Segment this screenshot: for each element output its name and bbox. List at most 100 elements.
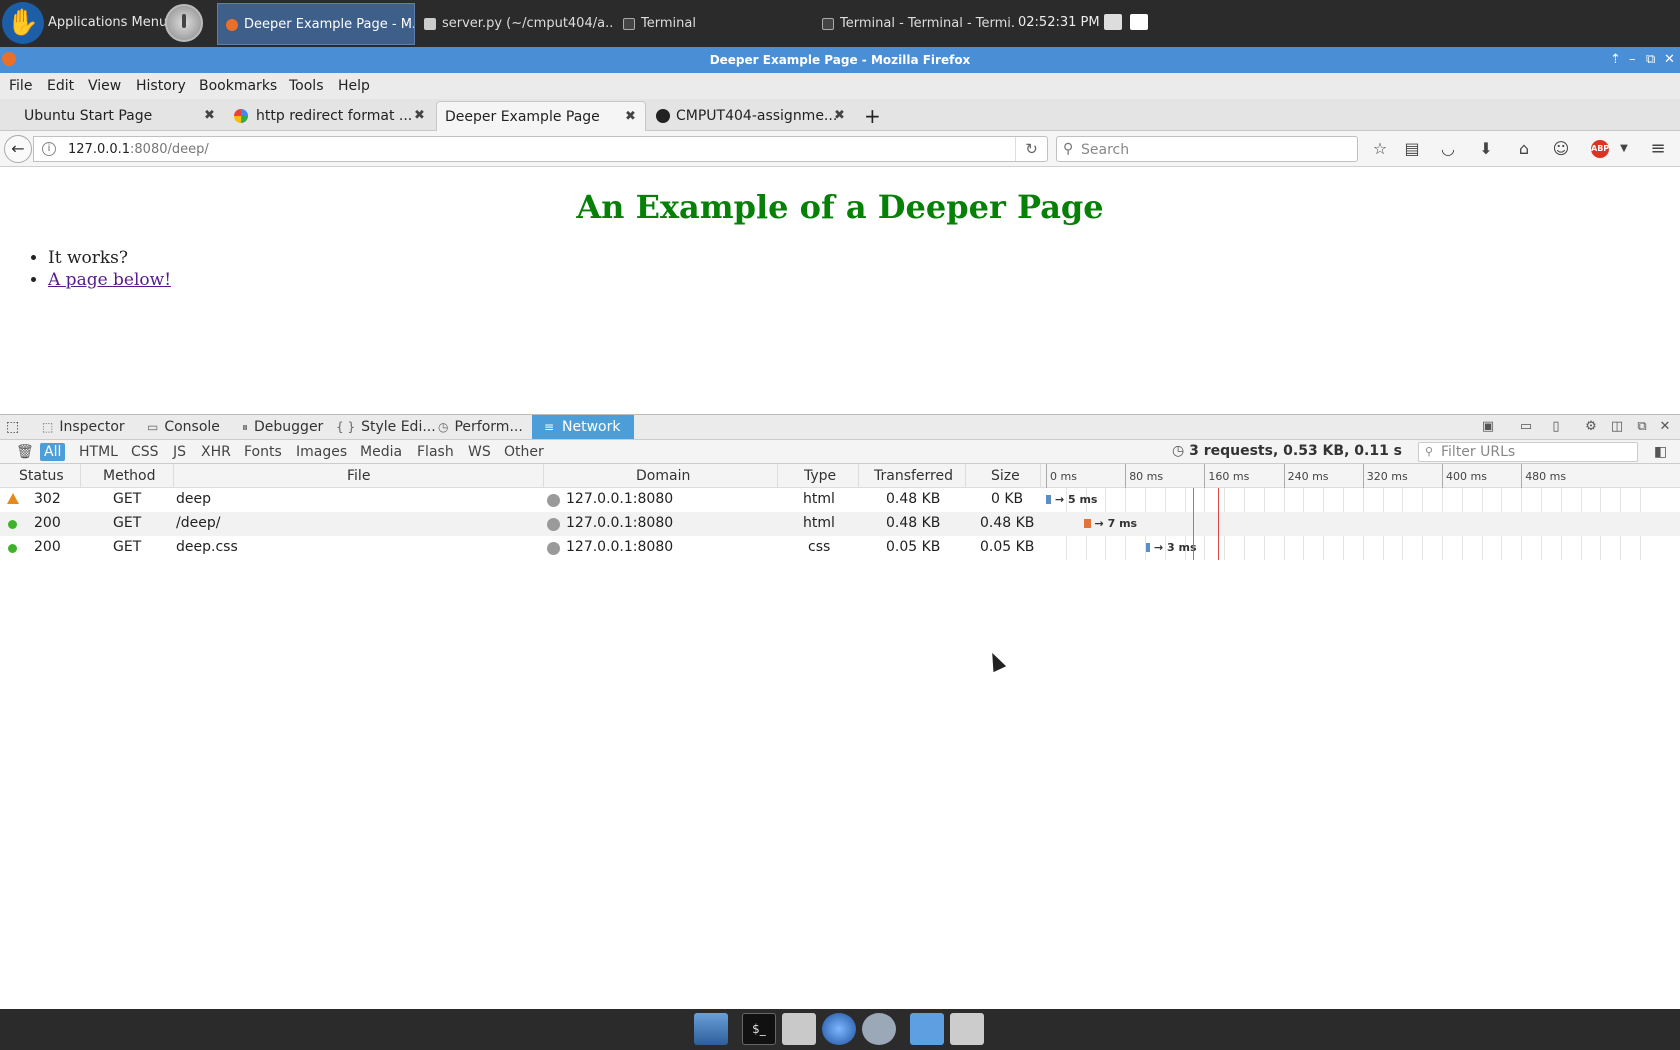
tab-style-editor[interactable]: { } Style Edi... xyxy=(336,415,436,439)
new-tab-button[interactable]: + xyxy=(864,101,884,131)
filter-html[interactable]: HTML xyxy=(75,443,122,461)
tab-deeper-example[interactable]: Deeper Example Page ✖ xyxy=(436,101,646,131)
col-status[interactable]: Status xyxy=(19,468,64,484)
cell-file: deep xyxy=(176,491,211,507)
responsive-icon[interactable]: ▭ xyxy=(1518,419,1534,435)
reload-icon[interactable]: ↻ xyxy=(1015,137,1047,161)
filter-media[interactable]: Media xyxy=(356,443,406,461)
filter-flash[interactable]: Flash xyxy=(413,443,458,461)
menu-edit[interactable]: Edit xyxy=(47,78,74,94)
notes-icon[interactable] xyxy=(1130,14,1148,30)
filter-urls-input[interactable]: ⚲ Filter URLs xyxy=(1418,442,1638,462)
col-size[interactable]: Size xyxy=(991,468,1020,484)
network-icon[interactable] xyxy=(1104,14,1122,30)
filter-xhr[interactable]: XHR xyxy=(197,443,235,461)
reading-list-icon[interactable]: ▤ xyxy=(1402,139,1422,159)
tab-github[interactable]: CMPUT404-assignme... ✖ xyxy=(650,101,856,131)
menu-tools[interactable]: Tools xyxy=(289,78,324,94)
maximize-icon[interactable]: ⧉ xyxy=(1646,47,1655,73)
filter-other[interactable]: Other xyxy=(500,443,548,461)
col-domain[interactable]: Domain xyxy=(636,468,690,484)
search-bar[interactable]: ⚲ Search xyxy=(1056,136,1358,162)
terminal-icon[interactable]: $_ xyxy=(742,1013,776,1045)
table-row[interactable]: 200 GET deep.css 127.0.0.1:8080 css 0.05… xyxy=(0,536,1680,560)
dom-content-loaded-marker xyxy=(1193,488,1194,560)
filter-images[interactable]: Images xyxy=(292,443,351,461)
task-terminal[interactable]: Terminal xyxy=(615,3,813,45)
tab-google-search[interactable]: http redirect format ... ✖ xyxy=(224,101,434,131)
separate-window-icon[interactable]: ⧉ xyxy=(1634,419,1650,435)
tab-debugger[interactable]: ⏸ Debugger xyxy=(242,415,323,439)
adblock-dropdown-icon[interactable]: ▼ xyxy=(1614,139,1634,159)
tab-close-icon[interactable]: ✖ xyxy=(414,101,425,131)
tab-close-icon[interactable]: ✖ xyxy=(834,101,845,131)
filter-all[interactable]: All xyxy=(40,443,66,461)
bookmark-star-icon[interactable]: ☆ xyxy=(1370,139,1390,159)
filter-fonts[interactable]: Fonts xyxy=(240,443,286,461)
cell-type: html xyxy=(803,515,835,531)
filter-ws[interactable]: WS xyxy=(464,443,495,461)
dock-side-icon[interactable]: ◫ xyxy=(1609,419,1625,435)
filter-css[interactable]: CSS xyxy=(127,443,163,461)
inspector-icon: ⬚ xyxy=(42,420,54,434)
col-method[interactable]: Method xyxy=(103,468,156,484)
tab-performance[interactable]: ◷ Perform... xyxy=(438,415,523,439)
clear-trash-icon[interactable]: 🗑 xyxy=(12,443,38,461)
window-up-icon[interactable]: ⇡ xyxy=(1610,47,1621,73)
tab-close-icon[interactable]: ✖ xyxy=(204,101,215,131)
adblock-icon[interactable]: ABP xyxy=(1591,140,1609,158)
url-bar[interactable]: i 127.0.0.1:8080/deep/ ↻ xyxy=(33,136,1048,162)
pocket-icon[interactable]: ◡ xyxy=(1438,139,1458,159)
minimize-icon[interactable]: – xyxy=(1629,47,1636,73)
folder-icon[interactable] xyxy=(910,1013,944,1045)
dock-bottom-icon[interactable]: ▯ xyxy=(1548,419,1564,435)
show-desktop-icon[interactable] xyxy=(694,1013,728,1045)
emoji-icon[interactable]: ☺ xyxy=(1551,139,1571,159)
tab-console[interactable]: ▭ Console xyxy=(147,415,220,439)
tab-ubuntu-start[interactable]: Ubuntu Start Page ✖ xyxy=(4,101,220,131)
settings-gear-icon[interactable]: ⚙ xyxy=(1583,419,1599,435)
hamburger-menu-icon[interactable]: ≡ xyxy=(1648,139,1668,159)
col-file[interactable]: File xyxy=(347,468,370,484)
app-finder-icon[interactable] xyxy=(862,1013,896,1045)
downloads-icon[interactable]: ⬇ xyxy=(1476,139,1496,159)
menu-view[interactable]: View xyxy=(88,78,121,94)
cell-transferred: 0.48 KB xyxy=(886,491,941,507)
task-editor[interactable]: server.py (~/cmput404/a... xyxy=(416,3,614,45)
tab-close-icon[interactable]: ✖ xyxy=(625,102,636,131)
tab-label: Style Edi... xyxy=(361,419,436,435)
power-icon[interactable] xyxy=(165,4,203,42)
home-folder-icon[interactable] xyxy=(782,1013,816,1045)
github-icon xyxy=(656,109,670,123)
request-summary: ◷ 3 requests, 0.53 KB, 0.11 s xyxy=(1172,443,1402,459)
lock-screen-icon[interactable] xyxy=(950,1013,984,1045)
task-terminal-2[interactable]: Terminal - Terminal - Termi... xyxy=(814,3,1014,45)
filter-placeholder: Filter URLs xyxy=(1441,444,1516,460)
clock[interactable]: 02:52:31 PM xyxy=(1018,15,1100,30)
site-info-icon[interactable]: i xyxy=(42,142,56,156)
home-icon[interactable]: ⌂ xyxy=(1514,139,1534,159)
web-browser-icon[interactable] xyxy=(822,1013,856,1045)
close-devtools-icon[interactable]: ✕ xyxy=(1657,419,1673,435)
menu-history[interactable]: History xyxy=(136,78,186,94)
split-console-icon[interactable]: ▣ xyxy=(1480,419,1496,435)
close-icon[interactable]: ✕ xyxy=(1664,47,1675,73)
col-type[interactable]: Type xyxy=(804,468,836,484)
tab-network[interactable]: ≡ Network xyxy=(532,415,635,439)
pick-element-icon[interactable]: ⬚ xyxy=(6,415,28,439)
applications-menu[interactable]: Applications Menu xyxy=(48,15,167,30)
xfce-logo-icon[interactable]: ✋ xyxy=(2,2,44,44)
task-firefox[interactable]: Deeper Example Page - M... xyxy=(217,3,415,45)
menu-help[interactable]: Help xyxy=(338,78,370,94)
filter-js[interactable]: JS xyxy=(169,443,190,461)
toggle-sidebar-icon[interactable]: ◧ xyxy=(1650,443,1671,461)
menu-bookmarks[interactable]: Bookmarks xyxy=(199,78,277,94)
col-transferred[interactable]: Transferred xyxy=(874,468,953,484)
tab-inspector[interactable]: ⬚ Inspector xyxy=(42,415,125,439)
page-below-link[interactable]: A page below! xyxy=(48,270,171,290)
back-button[interactable]: ← xyxy=(4,135,32,163)
url-text[interactable]: 127.0.0.1:8080/deep/ xyxy=(68,142,209,157)
menu-file[interactable]: File xyxy=(9,78,32,94)
table-row[interactable]: 302 GET deep 127.0.0.1:8080 html 0.48 KB… xyxy=(0,488,1680,512)
table-row[interactable]: 200 GET /deep/ 127.0.0.1:8080 html 0.48 … xyxy=(0,512,1680,536)
